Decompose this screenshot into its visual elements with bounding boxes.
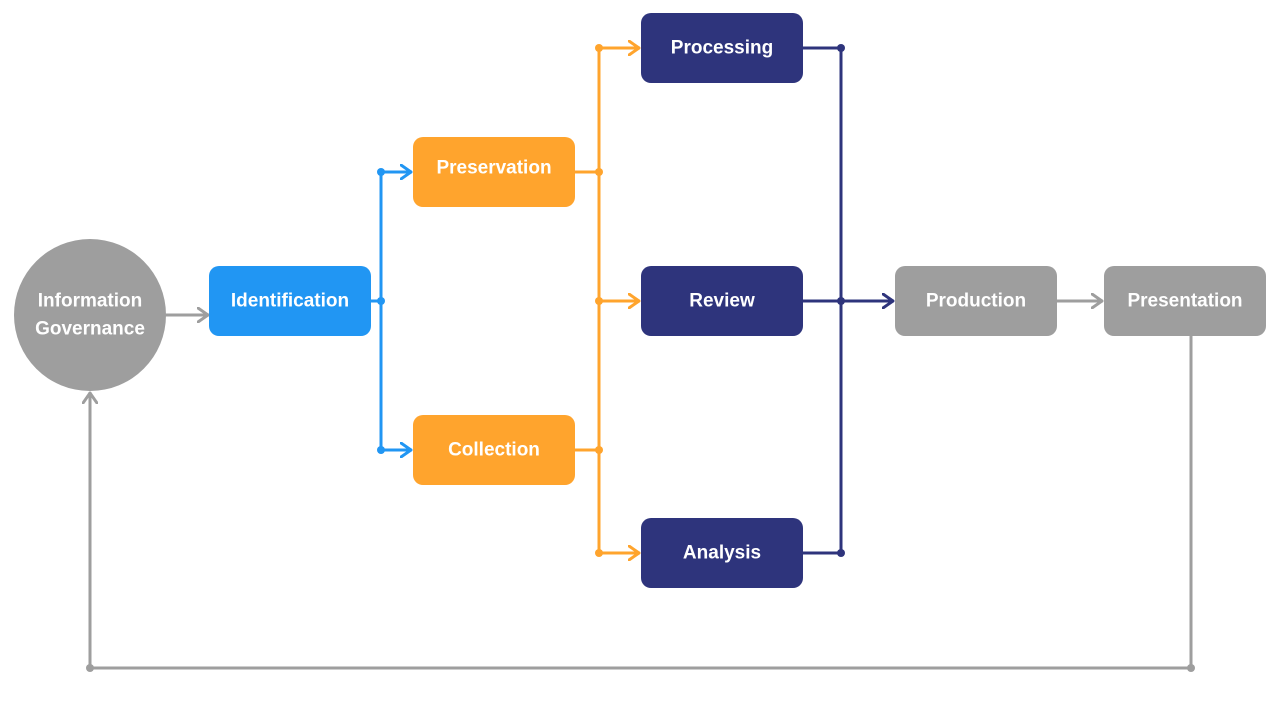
junction-dot [595, 297, 603, 305]
node-preservation: Preservation [413, 137, 575, 207]
junction-dot [1187, 664, 1195, 672]
node-information-governance: Information Governance [14, 239, 166, 391]
node-processing: Processing [641, 13, 803, 83]
ediscovery-diagram: Information Governance Identification Pr… [14, 13, 1266, 672]
junction-dot [377, 446, 385, 454]
junction-dot [595, 446, 603, 454]
node-production: Production [895, 266, 1057, 336]
node-analysis: Analysis [641, 518, 803, 588]
node-presentation: Presentation [1104, 266, 1266, 336]
junction-dot [837, 297, 845, 305]
junction-dot [595, 44, 603, 52]
junction-dot [837, 44, 845, 52]
node-label: Analysis [683, 543, 761, 564]
gray-connectors [86, 301, 1195, 672]
junction-dot [377, 297, 385, 305]
blue-connectors [369, 168, 413, 454]
orange-connectors [573, 44, 641, 557]
junction-dot [595, 549, 603, 557]
node-label: Information [38, 291, 143, 312]
node-label: Processing [671, 38, 773, 59]
navy-connectors [801, 44, 895, 557]
node-label: Presentation [1127, 291, 1242, 312]
node-label: Review [689, 291, 755, 312]
node-collection: Collection [413, 415, 575, 485]
junction-dot [837, 549, 845, 557]
node-label: Identification [231, 291, 349, 312]
junction-dot [377, 168, 385, 176]
node-label: Collection [448, 440, 540, 461]
feedback-loop-arrow [90, 334, 1193, 670]
junction-dot [595, 168, 603, 176]
junction-dot [86, 664, 94, 672]
node-review: Review [641, 266, 803, 336]
node-label: Governance [35, 319, 145, 340]
node-label: Production [926, 291, 1026, 312]
node-label: Preservation [436, 158, 551, 179]
node-identification: Identification [209, 266, 371, 336]
